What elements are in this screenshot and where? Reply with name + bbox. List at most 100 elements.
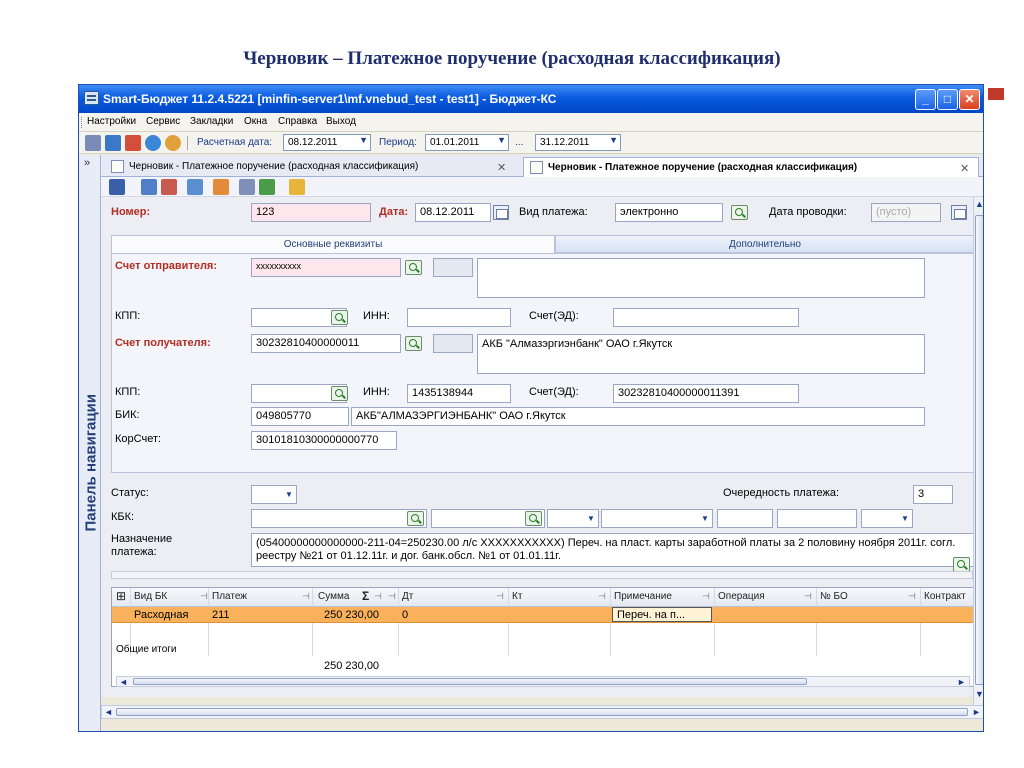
save-icon[interactable] — [109, 179, 125, 195]
cell-platezh[interactable]: 211 — [212, 609, 230, 621]
sum-icon[interactable]: Σ — [362, 589, 369, 603]
recipient-name-field[interactable]: АКБ "Алмазэргиэнбанк" ОАО г.Якутск — [477, 334, 925, 374]
scroll-thumb[interactable] — [133, 678, 807, 685]
col-platezh[interactable]: Платеж — [212, 591, 247, 602]
calendar-icon[interactable] — [493, 205, 509, 220]
menu-help[interactable]: Справка — [278, 116, 317, 127]
close-tab-icon[interactable]: ✕ — [497, 161, 506, 174]
scroll-down-icon[interactable]: ▼ — [975, 689, 983, 699]
expand-nav-icon[interactable]: » — [84, 157, 90, 169]
document-icon[interactable] — [125, 135, 141, 151]
payment-type-field[interactable]: электронно — [615, 203, 723, 222]
period-to-select[interactable]: 31.12.2011 ▼ — [535, 134, 621, 151]
sender-extra-field[interactable] — [433, 258, 473, 277]
users-icon[interactable] — [165, 135, 181, 151]
list-icon[interactable] — [187, 179, 203, 195]
number-field[interactable]: 123 — [251, 203, 371, 222]
scroll-left-icon[interactable]: ◄ — [104, 707, 113, 717]
navigation-panel[interactable]: » Панель навигации — [79, 155, 101, 731]
menu-windows[interactable]: Окна — [244, 116, 267, 127]
col-vid-bk[interactable]: Вид БК — [134, 591, 167, 602]
calendar-icon[interactable] — [951, 205, 967, 220]
col-primechanie[interactable]: Примечание — [614, 591, 672, 602]
recipient-inn-field[interactable]: 1435138944 — [407, 384, 511, 403]
pin-icon[interactable]: ⊣ — [496, 591, 504, 602]
minimize-button[interactable]: _ — [915, 89, 936, 110]
kbk-field-1[interactable] — [251, 509, 427, 528]
bik-field[interactable]: 049805770 — [251, 407, 349, 426]
menu-service[interactable]: Сервис — [146, 116, 180, 127]
scroll-thumb[interactable] — [975, 215, 983, 685]
recipient-account-ed-field[interactable]: 30232810400000011391 — [613, 384, 799, 403]
cell-summa[interactable]: 250 230,00 — [324, 609, 379, 621]
scroll-right-icon[interactable]: ► — [957, 677, 966, 687]
search-icon[interactable] — [953, 557, 970, 572]
scroll-right-icon[interactable]: ► — [972, 707, 981, 717]
pin-icon[interactable]: ⊣ — [908, 591, 916, 602]
date-field[interactable]: 08.12.2011 — [415, 203, 491, 222]
search-icon[interactable] — [405, 336, 422, 351]
tab-main-details[interactable]: Основные реквизиты — [111, 235, 555, 253]
recipient-account-field[interactable]: 30232810400000011 — [251, 334, 401, 353]
pin-icon[interactable]: ⊣ — [302, 591, 310, 602]
col-nomer-bo[interactable]: № БО — [820, 591, 848, 602]
cell-vid-bk[interactable]: Расходная — [134, 609, 188, 621]
search-icon[interactable] — [525, 511, 542, 526]
pin-icon[interactable]: ⊣ — [702, 591, 710, 602]
search-icon[interactable] — [731, 205, 748, 220]
payment-queue-field[interactable]: 3 — [913, 485, 953, 504]
account-ed-field[interactable] — [613, 308, 799, 327]
search-icon[interactable] — [331, 386, 348, 401]
tab-document-2[interactable]: Черновик - Платежное поручение (расходна… — [523, 157, 979, 177]
users-tree-icon[interactable] — [259, 179, 275, 195]
cell-primechanie[interactable]: Переч. на п... — [612, 607, 712, 622]
posting-date-field[interactable]: (пусто) — [871, 203, 941, 222]
close-tab-icon[interactable]: ✕ — [960, 162, 969, 175]
scroll-left-icon[interactable]: ◄ — [119, 677, 128, 687]
splitter-bar[interactable] — [111, 571, 973, 579]
menu-bookmarks[interactable]: Закладки — [190, 116, 233, 127]
calc-date-select[interactable]: 08.12.2011 ▼ — [283, 134, 371, 151]
tree-icon[interactable] — [141, 179, 157, 195]
pin-icon[interactable]: ⊣ — [598, 591, 606, 602]
col-summa[interactable]: Сумма — [318, 591, 349, 602]
sender-account-field[interactable]: хххххххххх — [251, 258, 401, 277]
pin-icon[interactable]: ⊣ — [200, 591, 208, 602]
grid-settings-icon[interactable]: ⊞ — [116, 589, 126, 603]
col-operaciya[interactable]: Операция — [718, 591, 765, 602]
grid-tool-icon[interactable] — [85, 135, 101, 151]
inn-field[interactable] — [407, 308, 511, 327]
col-kt[interactable]: Кт — [512, 591, 522, 602]
recipient-extra-field[interactable] — [433, 334, 473, 353]
kbk-field-3[interactable] — [717, 509, 773, 528]
bank-name-field[interactable]: АКБ"АЛМАЗЭРГИЭНБАНК" ОАО г.Якутск — [351, 407, 925, 426]
cell-dt[interactable]: 0 — [402, 609, 408, 621]
col-kontrakt[interactable]: Контракт — [924, 591, 966, 602]
period-from-select[interactable]: 01.01.2011 ▼ — [425, 134, 509, 151]
window-titlebar[interactable]: Smart-Бюджет 11.2.4.5221 [minfin-server1… — [79, 85, 983, 113]
menu-settings[interactable]: Настройки — [87, 116, 136, 127]
tree-remove-icon[interactable] — [161, 179, 177, 195]
kor-account-field[interactable]: 30101810300000000770 — [251, 431, 397, 450]
form-vertical-scrollbar[interactable]: ▲ ▼ — [973, 197, 983, 705]
scroll-up-icon[interactable]: ▲ — [975, 199, 983, 209]
info-icon[interactable] — [145, 135, 161, 151]
export-icon[interactable] — [213, 179, 229, 195]
tab-document-1[interactable]: Черновик - Платежное поручение (расходна… — [105, 157, 517, 177]
search-icon[interactable] — [405, 260, 422, 275]
sign-icon[interactable] — [239, 179, 255, 195]
pin-icon[interactable]: ⊣ — [374, 591, 382, 602]
tab-additional[interactable]: Дополнительно — [555, 235, 975, 253]
grid-horizontal-scrollbar[interactable]: ◄ ► — [116, 676, 970, 687]
col-dt[interactable]: Дт — [402, 591, 413, 602]
purpose-field[interactable]: (05400000000000000-211-04=250230.00 л/с … — [251, 533, 975, 567]
search-icon[interactable] — [407, 511, 424, 526]
scroll-thumb[interactable] — [116, 708, 968, 716]
kbk-select-2[interactable] — [601, 509, 713, 528]
period-range-button[interactable]: ... — [515, 137, 523, 148]
attachment-icon[interactable] — [289, 179, 305, 195]
sender-name-field[interactable] — [477, 258, 925, 298]
book-icon[interactable] — [105, 135, 121, 151]
kbk-field-4[interactable] — [777, 509, 857, 528]
pin-icon[interactable]: ⊣ — [388, 591, 396, 602]
